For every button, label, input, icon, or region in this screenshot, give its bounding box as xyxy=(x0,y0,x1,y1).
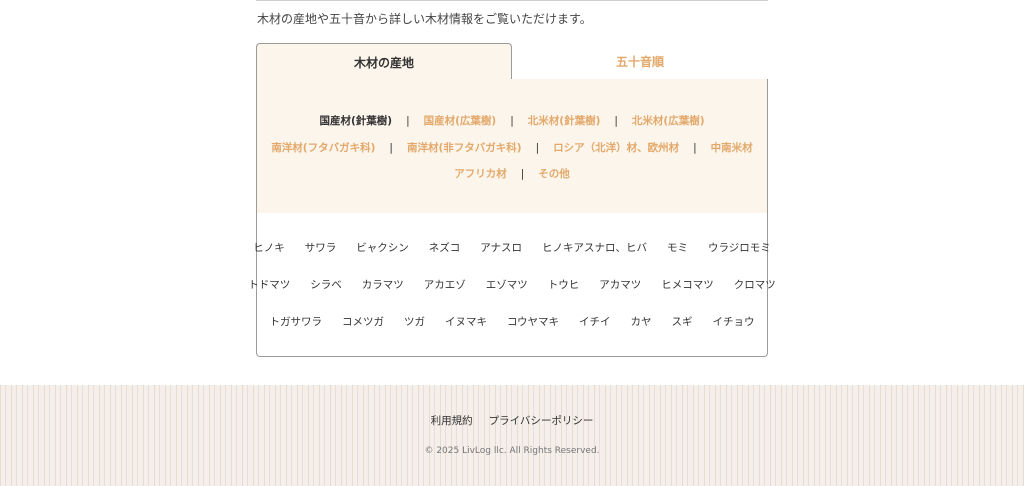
species-link[interactable]: サワラ xyxy=(305,240,337,255)
species-link[interactable]: アカマツ xyxy=(599,277,641,292)
species-link[interactable]: ヒノキ xyxy=(253,240,285,255)
region-link[interactable]: アフリカ材 xyxy=(454,166,507,181)
separator: | xyxy=(520,167,525,180)
species-link[interactable]: イチイ xyxy=(579,314,611,329)
species-link[interactable]: モミ xyxy=(667,240,688,255)
species-link[interactable]: エゾマツ xyxy=(486,277,528,292)
species-link[interactable]: トガサワラ xyxy=(269,314,322,329)
separator: | xyxy=(510,114,514,127)
species-link[interactable]: ヒメコマツ xyxy=(661,277,714,292)
species-link[interactable]: コウヤマキ xyxy=(507,314,559,329)
terms-link[interactable]: 利用規約 xyxy=(431,413,473,428)
species-link[interactable]: ツガ xyxy=(404,314,425,329)
tab-wood-origin[interactable]: 木材の産地 xyxy=(256,43,512,81)
intro-text: 木材の産地や五十音から詳しい木材情報をご覧いただけます。 xyxy=(257,12,592,26)
species-link[interactable]: コメツガ xyxy=(342,314,384,329)
region-link[interactable]: その他 xyxy=(538,166,570,181)
separator: | xyxy=(389,141,393,154)
region-row: 国産材(針葉樹) | 国産材(広葉樹) | 北米材(針葉樹) | 北米材(広葉樹… xyxy=(257,113,767,128)
species-link[interactable]: ビャクシン xyxy=(356,240,409,255)
species-row: トドマツ シラベ カラマツ アカエゾ エゾマツ トウヒ アカマツ ヒメコマツ ク… xyxy=(248,277,776,292)
species-link[interactable]: トウヒ xyxy=(548,277,580,292)
region-link[interactable]: 南洋材(非フタバガキ科) xyxy=(407,140,522,155)
site-footer: 利用規約 プライバシーポリシー © 2025 LivLog llc. All R… xyxy=(0,385,1024,486)
section-divider xyxy=(256,0,768,3)
species-link[interactable]: トドマツ xyxy=(248,277,290,292)
footer-links: 利用規約 プライバシーポリシー xyxy=(0,413,1024,428)
separator: | xyxy=(614,114,618,127)
region-link[interactable]: 北米材(広葉樹) xyxy=(632,113,705,128)
region-link[interactable]: 中南米材 xyxy=(711,140,753,155)
species-link[interactable]: ヒノキアスナロ、ヒバ xyxy=(542,240,647,255)
species-link[interactable]: カヤ xyxy=(631,314,652,329)
separator: | xyxy=(406,114,410,127)
species-link[interactable]: イヌマキ xyxy=(445,314,487,329)
region-link[interactable]: 南洋材(フタバガキ科) xyxy=(271,140,375,155)
tab-syllabary[interactable]: 五十音順 xyxy=(512,43,768,80)
region-link[interactable]: 北米材(針葉樹) xyxy=(528,113,601,128)
species-link[interactable]: イチョウ xyxy=(713,314,755,329)
privacy-policy-link[interactable]: プライバシーポリシー xyxy=(489,413,594,428)
region-list: 国産材(針葉樹) | 国産材(広葉樹) | 北米材(針葉樹) | 北米材(広葉樹… xyxy=(257,79,767,213)
species-link[interactable]: シラベ xyxy=(310,277,342,292)
species-link[interactable]: スギ xyxy=(672,314,693,329)
tab-panel: 国産材(針葉樹) | 国産材(広葉樹) | 北米材(針葉樹) | 北米材(広葉樹… xyxy=(248,79,776,357)
species-link[interactable]: アカエゾ xyxy=(424,277,466,292)
species-link[interactable]: クロマツ xyxy=(734,277,776,292)
tab-bar: 木材の産地 五十音順 xyxy=(256,43,768,81)
copyright: © 2025 LivLog llc. All Rights Reserved. xyxy=(424,446,600,456)
region-link[interactable]: 国産材(針葉樹) xyxy=(319,113,392,128)
species-link[interactable]: アナスロ xyxy=(480,240,522,255)
species-row: ヒノキ サワラ ビャクシン ネズコ アナスロ ヒノキアスナロ、ヒバ モミ ウラジ… xyxy=(253,240,771,255)
region-row: アフリカ材 | その他 xyxy=(257,166,767,181)
separator: | xyxy=(535,141,540,154)
separator: | xyxy=(693,141,697,154)
species-row: トガサワラ コメツガ ツガ イヌマキ コウヤマキ イチイ カヤ スギ イチョウ xyxy=(257,314,767,329)
region-link[interactable]: 国産材(広葉樹) xyxy=(424,113,497,128)
region-row: 南洋材(フタバガキ科) | 南洋材(非フタバガキ科) | ロシア（北洋）材、欧州… xyxy=(257,140,767,155)
species-link[interactable]: カラマツ xyxy=(362,277,404,292)
region-link[interactable]: ロシア（北洋）材、欧州材 xyxy=(553,140,679,155)
species-link[interactable]: ネズコ xyxy=(429,240,461,255)
species-link[interactable]: ウラジロモミ xyxy=(708,240,771,255)
